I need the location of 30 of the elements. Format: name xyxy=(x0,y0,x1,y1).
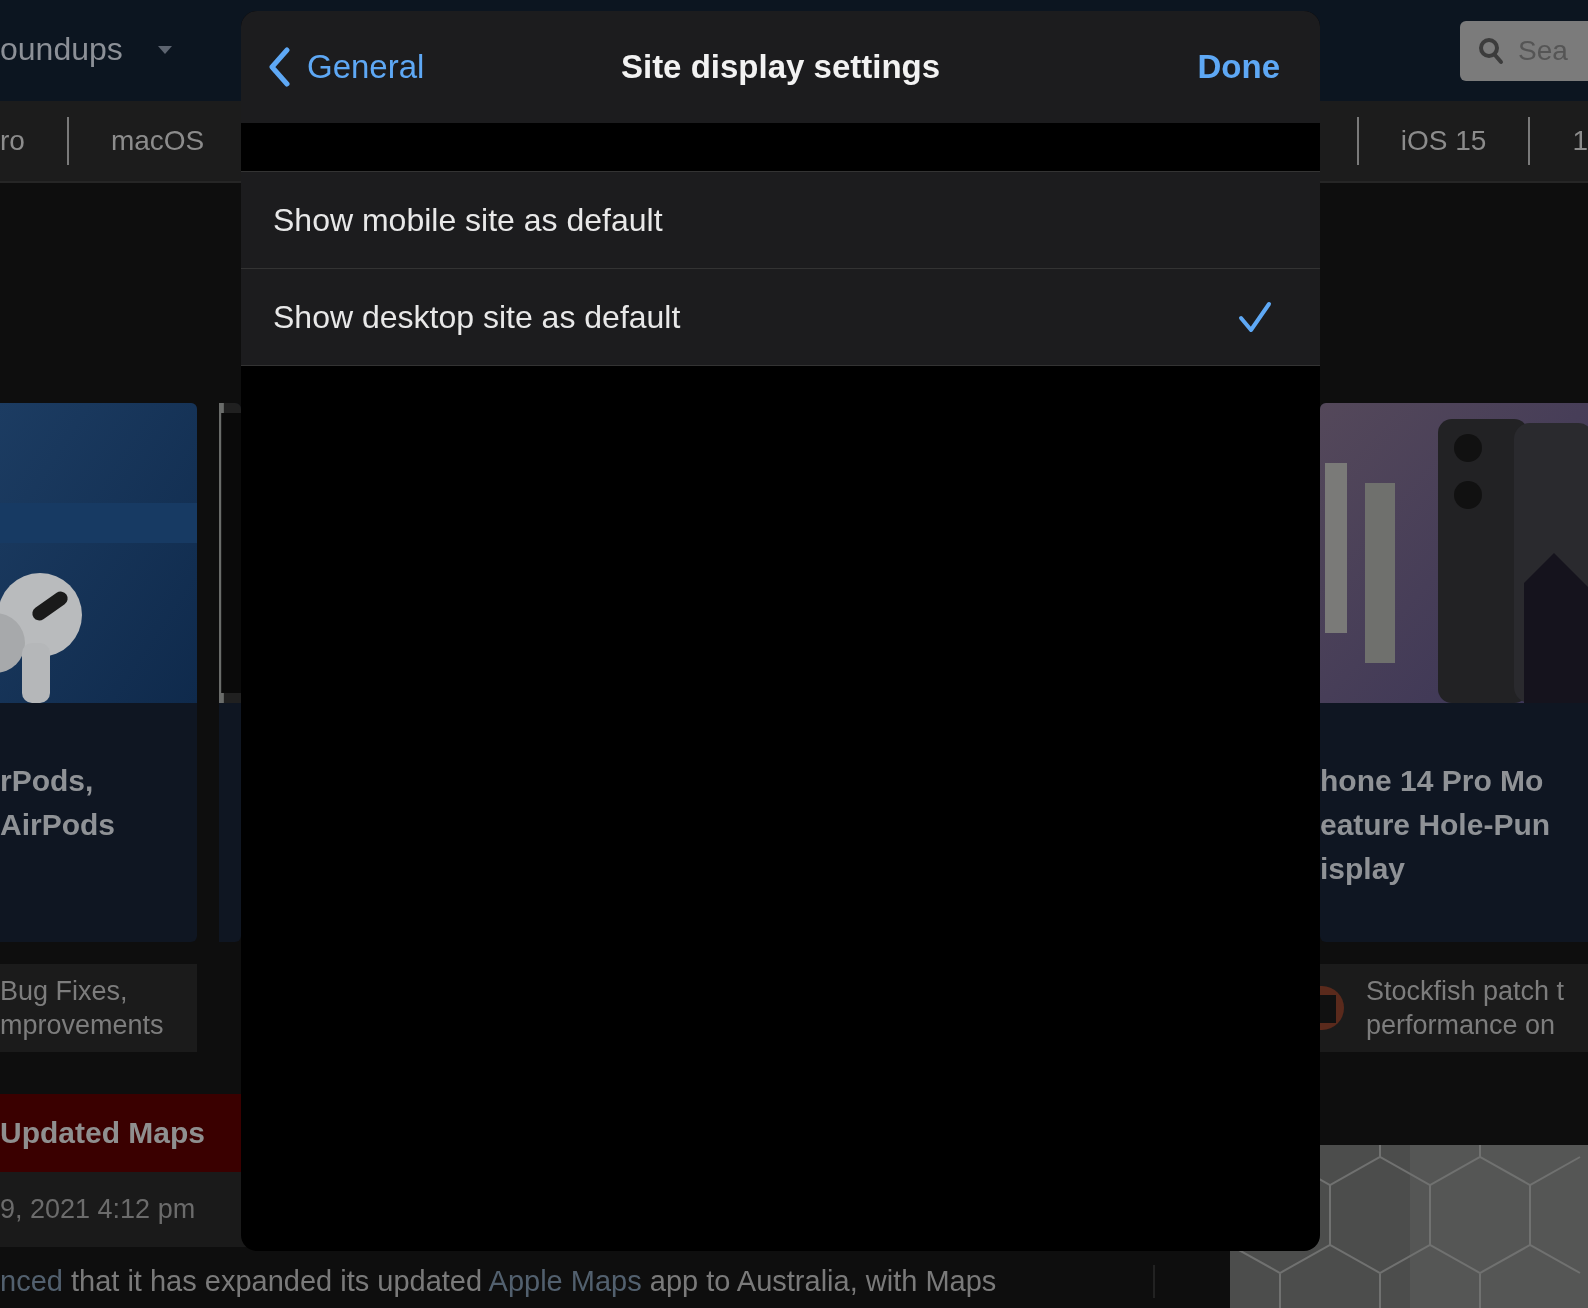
option-label: Show desktop site as default xyxy=(273,298,681,336)
category-link[interactable]: ro xyxy=(0,125,67,157)
menu-item[interactable]: oundups xyxy=(0,31,173,68)
option-row[interactable]: Show desktop site as default xyxy=(241,269,1320,366)
chevron-left-icon xyxy=(267,47,291,87)
category-link[interactable]: 1 xyxy=(1530,125,1588,157)
card-title: rPods, xyxy=(0,763,95,799)
dialog-title: Site display settings xyxy=(620,48,941,86)
article-card[interactable]: hone 14 Pro Mo eature Hole-Pun isplay xyxy=(1320,403,1588,942)
teaser-row[interactable]: Stockfish patch t performance on xyxy=(1320,964,1588,1052)
card-title: isplay xyxy=(1320,851,1407,887)
article-date: 9, 2021 4:12 pm xyxy=(0,1194,196,1225)
article-link[interactable]: nced xyxy=(0,1265,63,1297)
article-paragraph: nced that it has expanded its updated Apple Maps app to Australia, with Maps xyxy=(0,1265,1155,1298)
done-button[interactable]: Done xyxy=(1197,48,1280,86)
teaser-text: mprovements xyxy=(0,1009,164,1042)
teaser-row[interactable]: Bug Fixes, mprovements xyxy=(0,964,197,1052)
teaser-text: Stockfish patch t xyxy=(1366,975,1565,1008)
card-title: eature Hole-Pun xyxy=(1320,807,1552,843)
category-link[interactable]: iOS 15 xyxy=(1358,125,1529,157)
back-button[interactable]: General xyxy=(267,47,425,87)
card-title: hone 14 Pro Mo xyxy=(1320,763,1545,799)
card-title: AirPods xyxy=(0,807,117,843)
article-link[interactable]: Apple Maps xyxy=(488,1265,642,1297)
article-card[interactable] xyxy=(219,403,241,942)
article-card[interactable]: rPods, AirPods xyxy=(0,403,197,942)
option-label: Show mobile site as default xyxy=(273,201,663,239)
teaser-text: performance on xyxy=(1366,1009,1557,1042)
option-row[interactable]: Show mobile site as default xyxy=(241,172,1320,269)
teaser-text: Bug Fixes, xyxy=(0,975,129,1008)
